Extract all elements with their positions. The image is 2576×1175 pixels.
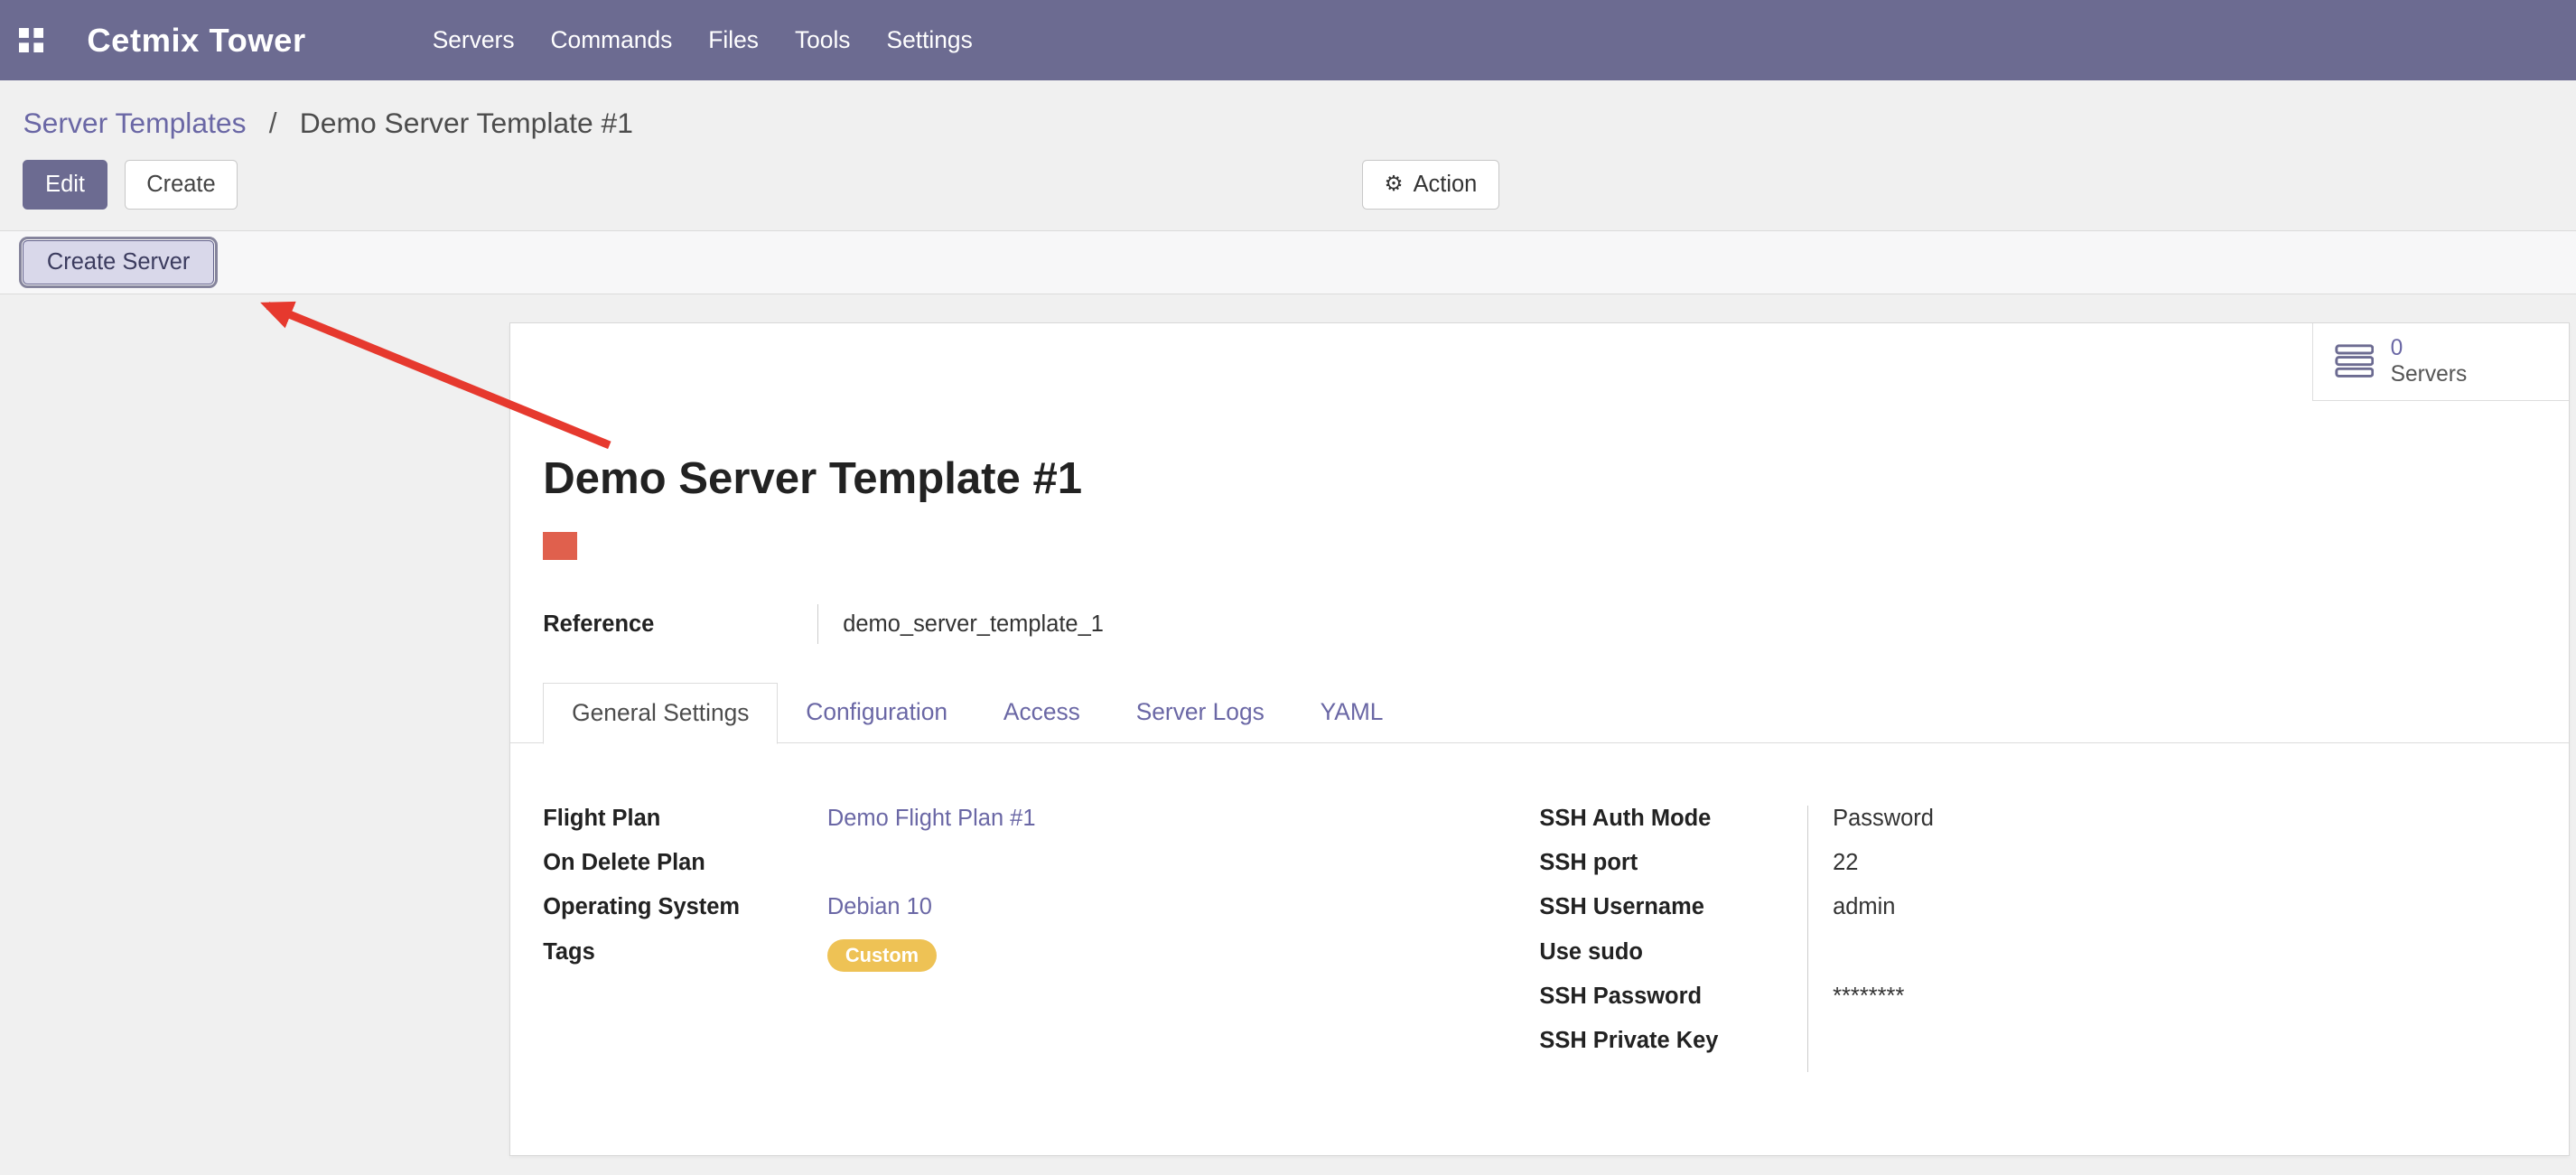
right-field-values: Password 22 admin ******** bbox=[1807, 806, 2536, 1072]
create-button[interactable]: Create bbox=[125, 160, 238, 210]
servers-stat-label: Servers bbox=[2391, 361, 2468, 387]
fields-right-column: SSH Auth Mode SSH port SSH Username Use … bbox=[1539, 806, 2535, 1072]
breadcrumb: Server Templates / Demo Server Template … bbox=[0, 80, 2576, 140]
field-label: Use sudo bbox=[1539, 939, 1806, 984]
breadcrumb-parent-link[interactable]: Server Templates bbox=[23, 107, 246, 139]
field-label: SSH Private Key bbox=[1539, 1028, 1806, 1072]
color-swatch[interactable] bbox=[543, 532, 577, 560]
field-label: Tags bbox=[543, 939, 827, 965]
menu-item-settings[interactable]: Settings bbox=[869, 4, 991, 78]
main-menu: Servers Commands Files Tools Settings bbox=[415, 4, 991, 78]
page: Cetmix Tower Servers Commands Files Tool… bbox=[0, 0, 2576, 1175]
breadcrumb-current: Demo Server Template #1 bbox=[300, 107, 633, 139]
menu-item-commands[interactable]: Commands bbox=[533, 4, 691, 78]
field-label: Operating System bbox=[543, 894, 827, 920]
gear-icon: ⚙ bbox=[1384, 170, 1403, 200]
apps-grid-icon[interactable] bbox=[14, 23, 47, 56]
field-label: SSH Username bbox=[1539, 894, 1806, 938]
ssh-username-value: admin bbox=[1833, 894, 2535, 938]
menu-item-servers[interactable]: Servers bbox=[415, 4, 533, 78]
action-button-label: Action bbox=[1414, 170, 1478, 200]
tag-badge[interactable]: Custom bbox=[827, 939, 937, 972]
reference-label: Reference bbox=[543, 604, 817, 644]
top-navbar: Cetmix Tower Servers Commands Files Tool… bbox=[0, 0, 2576, 80]
fields-left-column: Flight Plan Demo Flight Plan #1 On Delet… bbox=[543, 806, 1539, 1072]
ssh-private-key-value bbox=[1833, 1028, 2535, 1072]
servers-stat-text: 0 Servers bbox=[2391, 335, 2468, 387]
tags-value: Custom bbox=[827, 939, 937, 972]
menu-item-files[interactable]: Files bbox=[690, 4, 777, 78]
servers-stat-button[interactable]: 0 Servers bbox=[2312, 323, 2569, 400]
ssh-port-value: 22 bbox=[1833, 850, 2535, 894]
ssh-auth-mode-value: Password bbox=[1833, 806, 2535, 850]
form-sheet: 0 Servers Demo Server Template #1 Refere… bbox=[509, 322, 2570, 1155]
servers-stack-icon bbox=[2335, 344, 2375, 378]
field-label: SSH Auth Mode bbox=[1539, 806, 1806, 850]
create-server-button[interactable]: Create Server bbox=[23, 240, 213, 284]
app-brand[interactable]: Cetmix Tower bbox=[87, 22, 305, 60]
field-label: SSH Password bbox=[1539, 984, 1806, 1028]
tab-server-logs[interactable]: Server Logs bbox=[1108, 684, 1293, 743]
field-operating-system: Operating System Debian 10 bbox=[543, 894, 1539, 938]
action-button[interactable]: ⚙ Action bbox=[1362, 160, 1499, 210]
reference-value: demo_server_template_1 bbox=[817, 604, 1104, 644]
ssh-password-value: ******** bbox=[1833, 984, 2535, 1028]
tab-access[interactable]: Access bbox=[975, 684, 1108, 743]
general-settings-content: Flight Plan Demo Flight Plan #1 On Delet… bbox=[510, 743, 2569, 1072]
operating-system-link[interactable]: Debian 10 bbox=[827, 894, 932, 920]
form-toolbar-strip: Create Server bbox=[0, 230, 2576, 294]
tab-configuration[interactable]: Configuration bbox=[778, 684, 975, 743]
edit-button[interactable]: Edit bbox=[23, 160, 107, 210]
breadcrumb-separator: / bbox=[269, 107, 277, 139]
field-label: SSH port bbox=[1539, 850, 1806, 894]
flight-plan-link[interactable]: Demo Flight Plan #1 bbox=[827, 806, 1036, 832]
tab-general-settings[interactable]: General Settings bbox=[543, 683, 778, 744]
field-label: On Delete Plan bbox=[543, 850, 827, 876]
field-on-delete-plan: On Delete Plan bbox=[543, 850, 1539, 894]
right-field-labels: SSH Auth Mode SSH port SSH Username Use … bbox=[1539, 806, 1806, 1072]
tab-yaml[interactable]: YAML bbox=[1293, 684, 1412, 743]
menu-item-tools[interactable]: Tools bbox=[777, 4, 869, 78]
field-tags: Tags Custom bbox=[543, 939, 1539, 984]
field-flight-plan: Flight Plan Demo Flight Plan #1 bbox=[543, 806, 1539, 850]
servers-stat-count: 0 bbox=[2391, 335, 2468, 361]
reference-field: Reference demo_server_template_1 bbox=[543, 604, 2569, 644]
notebook-tabs: General Settings Configuration Access Se… bbox=[510, 683, 2569, 743]
control-panel-buttons: Edit Create ⚙ Action bbox=[23, 160, 2576, 210]
use-sudo-value bbox=[1833, 939, 2535, 984]
field-label: Flight Plan bbox=[543, 806, 827, 832]
record-title: Demo Server Template #1 bbox=[543, 453, 2569, 504]
apps-grid-icon-svg bbox=[19, 28, 43, 52]
